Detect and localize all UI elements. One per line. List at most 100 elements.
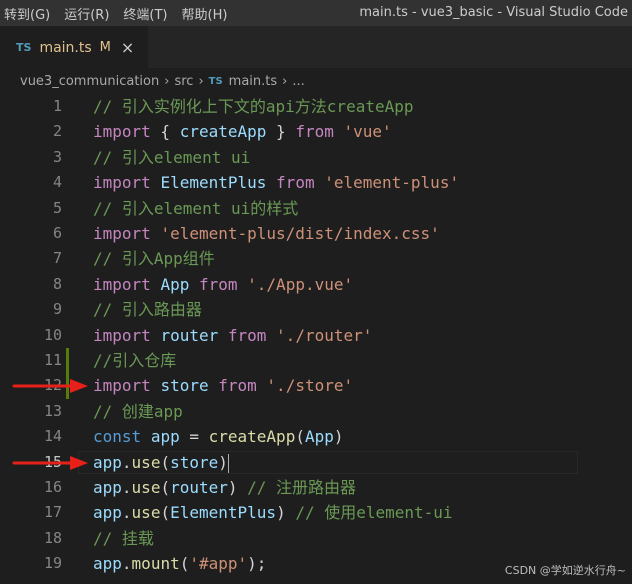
code-line[interactable]: 18 // 挂载 [0,526,632,551]
code-text: // 挂载 [93,526,154,551]
code-token: ) [333,427,344,447]
typescript-icon: TS [208,75,223,87]
breadcrumb: vue3_communication › src › TS main.ts › … [0,68,632,94]
code-token: import [93,122,151,142]
code-token: . [121,503,132,523]
code-token: '#app' [189,554,248,574]
code-line[interactable]: 10 import router from './router' [0,323,632,348]
code-token: ) [227,478,248,497]
menu-goto[interactable]: 转到(G) [0,4,57,23]
line-number: 14 [43,427,62,446]
code-line[interactable]: 8 import App from './App.vue' [0,272,632,297]
code-token: // 注册路由器 [247,478,357,497]
line-number: 19 [43,554,62,573]
window-title: main.ts - vue3_basic - Visual Studio Cod… [359,5,628,20]
code-line[interactable]: 3 // 引入element ui [0,145,632,170]
code-line[interactable]: 13 // 创建app [0,399,632,424]
line-number: 13 [43,401,62,420]
code-text: app.use(ElementPlus) // 使用element-ui [93,500,453,525]
text-cursor [227,453,229,473]
code-editor[interactable]: 1 // 引入实例化上下文的api方法createApp 2 import { cre… [0,94,632,584]
breadcrumb-folder-src[interactable]: src [174,74,193,89]
breadcrumb-file[interactable]: main.ts [229,74,277,89]
code-token: app [150,427,180,447]
code-text: //引入仓库 [93,348,176,373]
code-line[interactable]: 2 import { createApp } from 'vue' [0,119,632,144]
line-number: 11 [43,351,62,369]
code-line[interactable]: 1 // 引入实例化上下文的api方法createApp [0,94,632,119]
code-line[interactable]: 14 const app = createApp(App) [0,424,632,449]
code-line[interactable]: 9 // 引入路由器 [0,297,632,322]
code-token: // 引入element ui [93,147,251,167]
breadcrumb-folder-root[interactable]: vue3_communication [20,74,159,89]
code-token: router [160,325,219,345]
code-token: ); [247,554,267,574]
code-token: import [93,325,151,345]
code-token: . [121,554,132,574]
code-token: ( [160,503,171,523]
code-token: from [295,122,334,142]
code-token: ElementPlus [160,173,267,193]
code-token: App [304,427,334,447]
code-token: ElementPlus [170,503,277,523]
code-line[interactable]: 15app.use(store) [0,450,632,475]
code-token: createApp [179,122,267,142]
code-token: // 使用element-ui [295,503,453,523]
code-text: app.use(store) [93,450,229,475]
code-text: import App from './App.vue' [93,272,353,297]
code-token: ) [276,503,296,523]
code-token: // 引入element ui的样式 [93,198,299,218]
code-text: import store from './store' [93,373,353,398]
code-line[interactable]: 17 app.use(ElementPlus) // 使用element-ui [0,500,632,525]
code-token: router [170,478,228,497]
code-text: // 创建app [93,399,183,424]
code-token: const [93,427,142,447]
code-token: use [131,452,161,472]
close-icon[interactable]: × [121,38,134,57]
chevron-right-icon: › [282,73,288,89]
line-number: 10 [43,325,62,344]
menu-help[interactable]: 帮助(H) [175,4,235,23]
code-line[interactable]: 16 app.use(router) // 注册路由器 [0,475,632,500]
code-token: 'element-plus/dist/index.css' [160,224,440,243]
menu-run[interactable]: 运行(R) [57,4,116,23]
title-bar: 转到(G) 运行(R) 终端(T) 帮助(H) main.ts - vue3_b… [0,0,632,26]
code-token: // 引入App组件 [93,249,215,269]
code-line[interactable]: 11 //引入仓库 [0,348,632,373]
code-token: use [131,503,161,523]
code-text: // 引入App组件 [93,246,215,271]
code-token: app [93,554,122,574]
code-line[interactable]: 4 import ElementPlus from 'element-plus' [0,170,632,195]
code-token: store [170,452,219,472]
code-token: ( [160,478,171,497]
code-text: const app = createApp(App) [93,424,344,449]
code-line[interactable]: 6 import 'element-plus/dist/index.css' [0,221,632,246]
modified-badge: M [99,40,111,55]
code-line[interactable]: 12import store from './store' [0,373,632,398]
line-number: 3 [52,147,62,166]
code-token: = [179,427,209,447]
code-line[interactable]: 7 // 引入App组件 [0,246,632,271]
code-token: mount [131,554,180,574]
code-token: // 引入实例化上下文的api方法createApp [93,97,414,116]
breadcrumb-more[interactable]: ... [292,74,304,89]
code-token: import [93,173,151,193]
line-number: 1 [52,97,62,115]
tab-main-ts[interactable]: TS main.ts M × [0,26,148,68]
code-token: ( [160,452,171,472]
menu-terminal[interactable]: 终端(T) [116,4,174,23]
line-number: 8 [52,274,62,293]
line-number: 18 [43,528,62,547]
red-arrow-annotation [12,455,88,470]
chevron-right-icon: › [198,73,204,89]
code-line[interactable]: 5 // 引入element ui的样式 [0,196,632,221]
